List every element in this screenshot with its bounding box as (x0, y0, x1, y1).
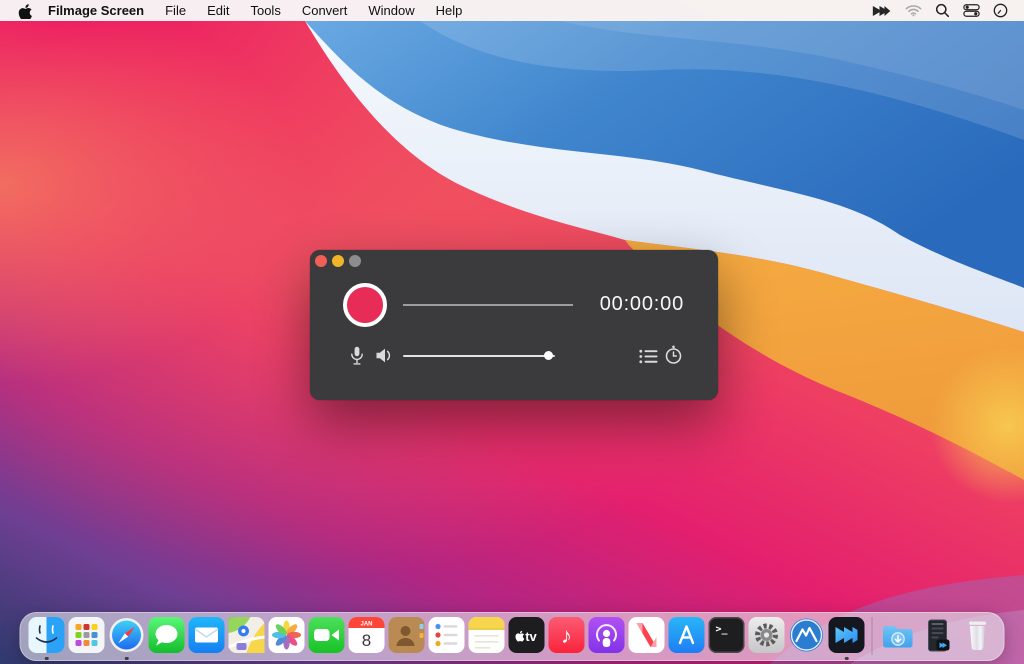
desktop: Filmage Screen File Edit Tools Convert W… (0, 0, 1024, 664)
dock-terminal-icon[interactable]: >_ (709, 617, 745, 653)
zoom-button-disabled[interactable] (349, 255, 361, 267)
dock-facetime-icon[interactable] (309, 617, 345, 653)
dock-mail-icon[interactable] (189, 617, 225, 653)
dock-finder-icon[interactable] (29, 617, 65, 653)
control-center-icon[interactable] (963, 4, 980, 17)
dock-trash-icon[interactable] (960, 617, 996, 653)
filmage-status-icon[interactable] (872, 4, 892, 18)
dock-separator (872, 617, 873, 655)
dock-podcasts-icon[interactable] (589, 617, 625, 653)
dock-filmage-screen-icon[interactable] (829, 617, 865, 653)
dock-news-icon[interactable] (629, 617, 665, 653)
dock-messages-icon[interactable] (149, 617, 185, 653)
clock-icon[interactable] (993, 3, 1008, 18)
spotlight-search-icon[interactable] (935, 3, 950, 18)
menu-help[interactable]: Help (436, 3, 463, 18)
menu-bar: Filmage Screen File Edit Tools Convert W… (0, 0, 1024, 21)
menu-convert[interactable]: Convert (302, 3, 348, 18)
speaker-volume-icon[interactable] (375, 347, 394, 364)
recording-timer: 00:00:00 (600, 293, 684, 316)
dock-music-icon[interactable]: ♪ (549, 617, 585, 653)
menu-tools[interactable]: Tools (250, 3, 280, 18)
running-indicator (125, 657, 129, 661)
dock-calendar-icon[interactable]: JAN 8 (349, 617, 385, 653)
dock-notes-icon[interactable] (469, 617, 505, 653)
apple-menu[interactable] (18, 2, 32, 19)
running-indicator (845, 657, 849, 661)
dock: JAN 8 (20, 612, 1005, 661)
tv-label: tv (525, 629, 537, 644)
terminal-prompt-glyph: >_ (716, 624, 729, 635)
active-app-name[interactable]: Filmage Screen (48, 3, 144, 18)
dock-minimized-window-icon[interactable] (920, 617, 956, 653)
dock-downloads-folder-icon[interactable] (880, 617, 916, 653)
recordings-list-icon[interactable] (639, 349, 658, 364)
dock-tv-icon[interactable]: tv (509, 617, 545, 653)
dock-maps-icon[interactable] (229, 617, 265, 653)
dock-contacts-icon[interactable] (389, 617, 425, 653)
dock-system-preferences-icon[interactable] (749, 617, 785, 653)
dock-launchpad-icon[interactable] (69, 617, 105, 653)
filmage-recorder-window: 00:00:00 (310, 250, 718, 400)
calendar-month-label: JAN (360, 622, 372, 628)
menu-edit[interactable]: Edit (207, 3, 229, 18)
menu-window[interactable]: Window (368, 3, 414, 18)
music-note-glyph: ♪ (561, 623, 572, 648)
timer-schedule-icon[interactable] (664, 345, 683, 365)
volume-slider[interactable] (403, 355, 555, 357)
record-button[interactable] (343, 283, 387, 327)
wifi-icon[interactable] (905, 4, 922, 17)
microphone-icon[interactable] (350, 346, 364, 366)
apple-icon (18, 2, 32, 19)
calendar-day-label: 8 (362, 631, 371, 650)
dock-photos-icon[interactable] (269, 617, 305, 653)
close-button[interactable] (315, 255, 327, 267)
dock-blue-mountain-app-icon[interactable] (789, 617, 825, 653)
running-indicator (45, 657, 49, 661)
menu-file[interactable]: File (165, 3, 186, 18)
volume-slider-knob[interactable] (544, 351, 553, 360)
minimize-button[interactable] (332, 255, 344, 267)
dock-reminders-icon[interactable] (429, 617, 465, 653)
audio-level-line (403, 304, 573, 306)
dock-safari-icon[interactable] (109, 617, 145, 653)
dock-app-store-icon[interactable] (669, 617, 705, 653)
